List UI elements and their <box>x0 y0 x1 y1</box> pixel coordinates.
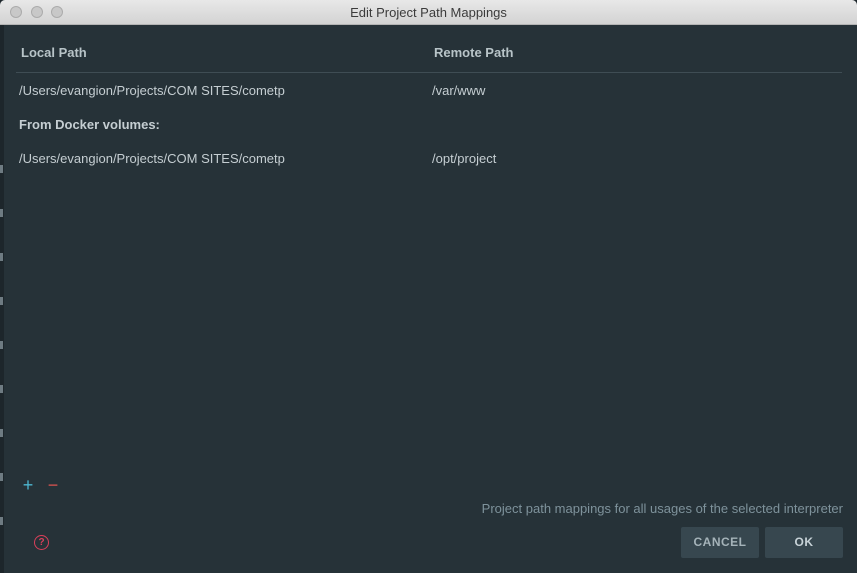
background-window-edge <box>0 25 4 573</box>
cancel-button[interactable]: CANCEL <box>681 527 759 558</box>
docker-volumes-group: From Docker volumes: <box>16 113 842 137</box>
background-glyph <box>0 473 3 481</box>
background-glyph <box>0 209 3 217</box>
background-glyph <box>0 253 3 261</box>
table-row[interactable]: /Users/evangion/Projects/COM SITES/comet… <box>16 147 842 171</box>
remote-path-cell[interactable]: /var/www <box>432 83 485 98</box>
background-glyph <box>0 165 3 173</box>
background-glyph <box>0 429 3 437</box>
column-header-remote-path[interactable]: Remote Path <box>434 45 513 60</box>
edit-path-mappings-dialog: Edit Project Path Mappings Local Path Re… <box>0 0 857 573</box>
remote-path-cell[interactable]: /opt/project <box>432 151 496 166</box>
table-row[interactable]: /Users/evangion/Projects/COM SITES/comet… <box>16 79 842 103</box>
column-header-local-path[interactable]: Local Path <box>21 45 87 60</box>
background-glyph <box>0 341 3 349</box>
mappings-hint-text: Project path mappings for all usages of … <box>481 501 843 516</box>
minus-icon[interactable]: − <box>44 476 62 494</box>
background-glyph <box>0 385 3 393</box>
title-bar: Edit Project Path Mappings <box>0 0 857 25</box>
window-title: Edit Project Path Mappings <box>350 5 507 20</box>
table-header: Local Path Remote Path <box>16 34 842 73</box>
ok-button[interactable]: OK <box>765 527 843 558</box>
background-glyph <box>0 517 3 525</box>
docker-volumes-label: From Docker volumes: <box>19 117 160 132</box>
local-path-cell[interactable]: /Users/evangion/Projects/COM SITES/comet… <box>19 83 285 98</box>
path-mappings-table[interactable]: Local Path Remote Path /Users/evangion/P… <box>16 34 842 468</box>
plus-icon[interactable]: + <box>19 476 37 494</box>
help-icon[interactable]: ? <box>34 535 49 550</box>
local-path-cell[interactable]: /Users/evangion/Projects/COM SITES/comet… <box>19 151 285 166</box>
background-glyph <box>0 297 3 305</box>
